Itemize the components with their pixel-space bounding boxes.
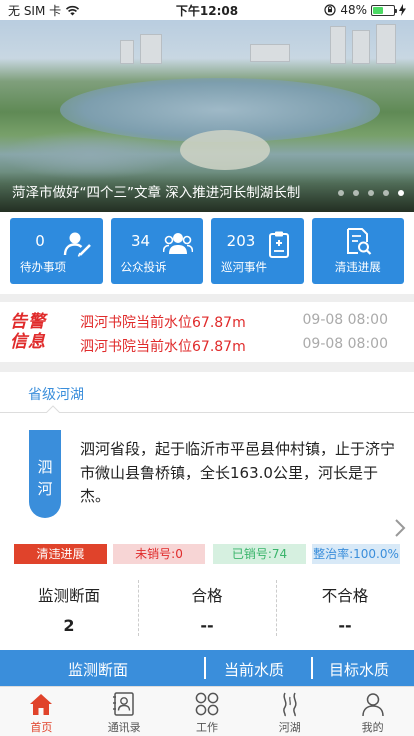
tile-label: 公众投诉 (120, 260, 167, 274)
tab-rivers[interactable]: 河湖 (248, 687, 331, 736)
alert-text: 泗河书院当前水位67.87m (80, 339, 246, 355)
tab-home[interactable]: 首页 (0, 687, 83, 736)
tile-todo[interactable]: 0 待办事项 (10, 218, 103, 284)
carousel-dot-active[interactable] (398, 190, 404, 196)
tile-patrol-events[interactable]: 203 巡河事件 (211, 218, 304, 284)
tile-violation-progress[interactable]: 清违进展 (311, 218, 404, 284)
river-name-tag[interactable]: 泗 河 (29, 430, 61, 518)
badge-unsold: 未销号:0 (113, 544, 205, 564)
column-header-section: 监测断面 (68, 661, 129, 679)
wifi-icon (66, 5, 80, 15)
user-edit-icon (63, 232, 91, 257)
tile-label: 待办事项 (20, 260, 66, 274)
building-shape (120, 40, 134, 64)
battery-icon (371, 4, 397, 16)
home-icon (30, 694, 53, 715)
orientation-lock-icon (324, 4, 336, 16)
stat-label: 监测断面 (37, 587, 100, 605)
tile-count: 203 (226, 232, 256, 250)
river-description: 泗河省段，起于临沂市平邑县仲村镇，止于济宁市微山县鲁桥镇，全长163.0公里，河… (80, 440, 396, 505)
carousel-dot[interactable] (338, 190, 344, 196)
building-shape (140, 34, 162, 64)
alert-text: 泗河书院当前水位67.87m (80, 315, 246, 331)
alert-panel: 告警 信息 泗河书院当前水位67.87m 09-08 08:00 泗河书院当前水… (0, 304, 414, 360)
carousel-dots (338, 190, 404, 196)
column-header-current: 当前水质 (224, 661, 285, 679)
carrier-text: 无 SIM 卡 (8, 3, 62, 18)
carousel-dot[interactable] (353, 190, 359, 196)
building-shape (352, 30, 370, 64)
grid-icon (195, 692, 219, 716)
carousel-dot[interactable] (368, 190, 374, 196)
tile-label: 清违进展 (334, 260, 381, 274)
news-banner[interactable]: 菏泽市做好“四个三”文章 深入推进河长制湖长制 (0, 20, 414, 212)
quick-tiles: 0 待办事项 34 公众投诉 203 巡河事件 清违进展 (10, 218, 404, 284)
stat-label: 不合格 (321, 587, 369, 605)
stat-value: -- (200, 616, 214, 635)
alert-time: 09-08 08:00 (302, 312, 388, 328)
section-separator (0, 362, 414, 372)
violation-badges: 清违进展 未销号:0 已销号:74 整治率:100.0% (14, 544, 400, 564)
clipboard-icon (268, 231, 289, 258)
alert-item[interactable]: 泗河书院当前水位67.87m 09-08 08:00 (80, 336, 400, 358)
tile-label: 巡河事件 (221, 260, 267, 274)
building-shape (376, 24, 396, 64)
banner-caption[interactable]: 菏泽市做好“四个三”文章 深入推进河长制湖长制 (12, 181, 300, 201)
alert-logo: 告警 信息 (10, 312, 46, 352)
divider (311, 657, 313, 679)
divider (204, 657, 206, 679)
person-icon (361, 693, 384, 717)
tab-caret-icon (46, 405, 60, 413)
tab-provincial-rivers[interactable]: 省级河湖 (28, 384, 84, 404)
stat-value: -- (338, 616, 352, 635)
stat-unqualified[interactable]: 不合格 -- (276, 576, 414, 642)
alert-time: 09-08 08:00 (302, 336, 388, 352)
group-users-icon (163, 233, 193, 254)
tile-count: 0 (35, 232, 45, 250)
carousel-dot[interactable] (383, 190, 389, 196)
bottom-tab-bar: 首页 通讯录 工作 河湖 我的 (0, 686, 414, 736)
building-shape (330, 26, 346, 64)
battery-percent: 48% (340, 3, 367, 17)
river-icon (282, 692, 297, 717)
tab-mine[interactable]: 我的 (331, 687, 414, 736)
section-separator (0, 294, 414, 302)
water-quality-stats: 监测断面 2 合格 -- 不合格 -- (0, 576, 414, 642)
stat-monitor-sections[interactable]: 监测断面 2 (0, 576, 138, 642)
plaza-shape (180, 130, 270, 170)
badge-rate: 整治率:100.0% (312, 544, 400, 564)
tab-underline (0, 412, 414, 413)
tab-contacts[interactable]: 通讯录 (83, 687, 166, 736)
contacts-icon (113, 692, 134, 716)
building-shape (250, 44, 290, 62)
badge-progress[interactable]: 清违进展 (14, 544, 107, 564)
status-bar: 无 SIM 卡 下午12:08 48% (0, 0, 414, 20)
stat-label: 合格 (191, 587, 223, 605)
charging-icon (399, 4, 406, 16)
tile-count: 34 (130, 232, 151, 250)
tab-work[interactable]: 工作 (166, 687, 249, 736)
quality-table-header: 监测断面 当前水质 目标水质 (0, 650, 414, 686)
document-search-icon (346, 228, 371, 255)
column-header-target: 目标水质 (329, 661, 390, 679)
alert-item[interactable]: 泗河书院当前水位67.87m 09-08 08:00 (80, 312, 400, 334)
badge-sold: 已销号:74 (213, 544, 306, 564)
stat-value: 2 (63, 616, 75, 635)
stat-qualified[interactable]: 合格 -- (138, 576, 276, 642)
tile-complaints[interactable]: 34 公众投诉 (110, 218, 203, 284)
chevron-right-icon[interactable] (394, 518, 406, 538)
